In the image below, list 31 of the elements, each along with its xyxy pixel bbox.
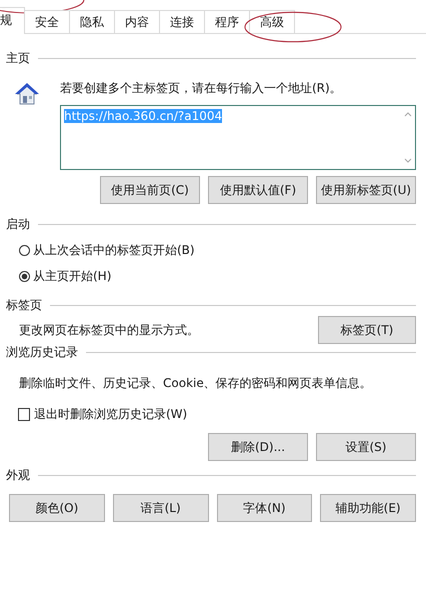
dialog-button[interactable]: 辅助功能(E) (320, 494, 416, 522)
tab[interactable]: 程序 (204, 10, 250, 34)
tab[interactable]: 内容 (114, 10, 160, 34)
radio-button[interactable] (19, 245, 30, 256)
tab[interactable]: 连接 (159, 10, 205, 34)
radio-label: 从上次会话中的标签页开始(B) (33, 242, 195, 259)
section-heading: 主页 (6, 50, 30, 67)
dialog-button[interactable]: 标签页(T) (318, 316, 416, 344)
dialog-button[interactable]: 使用默认值(F) (208, 176, 308, 204)
tab[interactable]: 安全 (24, 10, 70, 34)
dialog-button[interactable]: 颜色(O) (9, 494, 105, 522)
dialog-button[interactable]: 删除(D)... (208, 433, 308, 461)
section-heading: 浏览历史记录 (6, 344, 78, 361)
radio-button[interactable] (19, 271, 30, 282)
checkbox[interactable] (18, 408, 30, 421)
dialog-button[interactable]: 使用当前页(C) (100, 176, 200, 204)
dialog-button[interactable]: 使用新标签页(U) (316, 176, 416, 204)
radio-label: 从主页开始(H) (33, 268, 112, 285)
section-heading: 启动 (6, 216, 30, 233)
description-text: 删除临时文件、历史记录、Cookie、保存的密码和网页表单信息。 (19, 376, 372, 390)
tab[interactable]: 隐私 (69, 10, 115, 34)
instruction-text: 若要创建多个主标签页，请在每行输入一个地址(R)。 (60, 80, 343, 97)
dialog-button[interactable]: 语言(L) (112, 494, 208, 522)
section-heading: 外观 (6, 467, 30, 484)
description-text: 更改网页在标签页中的显示方式。 (19, 322, 199, 338)
dialog-button[interactable]: 字体(N) (216, 494, 312, 522)
checkbox-label: 退出时删除浏览历史记录(W) (34, 406, 188, 423)
tab[interactable]: 高级 (249, 10, 295, 34)
section-heading: 标签页 (6, 297, 42, 314)
dialog-button[interactable]: 设置(S) (316, 433, 416, 461)
house-icon (14, 81, 40, 107)
